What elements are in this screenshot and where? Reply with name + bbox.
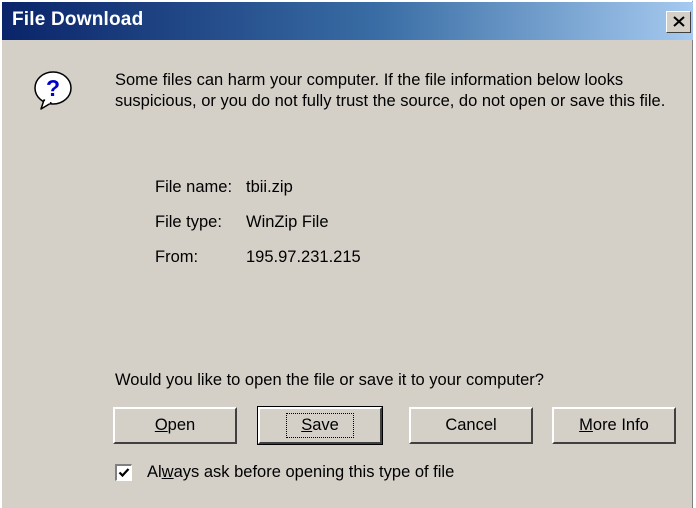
open-or-save-question: Would you like to open the file or save … — [115, 371, 544, 389]
open-button-label: Open — [154, 416, 196, 434]
warning-message: Some files can harm your computer. If th… — [115, 71, 666, 110]
svg-text:?: ? — [46, 75, 60, 101]
file-name-label: File name: — [155, 178, 233, 196]
close-button[interactable] — [666, 11, 691, 33]
title-bar[interactable]: File Download — [2, 2, 693, 40]
close-icon — [673, 16, 685, 27]
always-ask-checkbox[interactable] — [115, 464, 132, 481]
file-download-dialog: File Download ? Some files can harm your… — [0, 0, 693, 508]
file-from-label: From: — [155, 248, 199, 266]
checkmark-icon — [118, 468, 130, 478]
more-info-button-label: More Info — [579, 416, 649, 434]
always-ask-label[interactable]: Always ask before opening this type of f… — [147, 463, 454, 482]
file-type-value: WinZip File — [246, 213, 329, 231]
question-icon: ? — [34, 71, 72, 110]
window-title: File Download — [12, 9, 144, 30]
file-from-value: 195.97.231.215 — [246, 248, 361, 266]
cancel-button-label: Cancel — [445, 416, 497, 434]
open-button[interactable]: Open — [113, 407, 237, 444]
more-info-button[interactable]: More Info — [552, 407, 676, 444]
cancel-button[interactable]: Cancel — [409, 407, 533, 444]
file-name-value: tbii.zip — [246, 178, 293, 196]
file-type-label: File type: — [155, 213, 222, 231]
save-button[interactable]: Save — [257, 406, 383, 445]
save-button-label: Save — [286, 413, 354, 438]
